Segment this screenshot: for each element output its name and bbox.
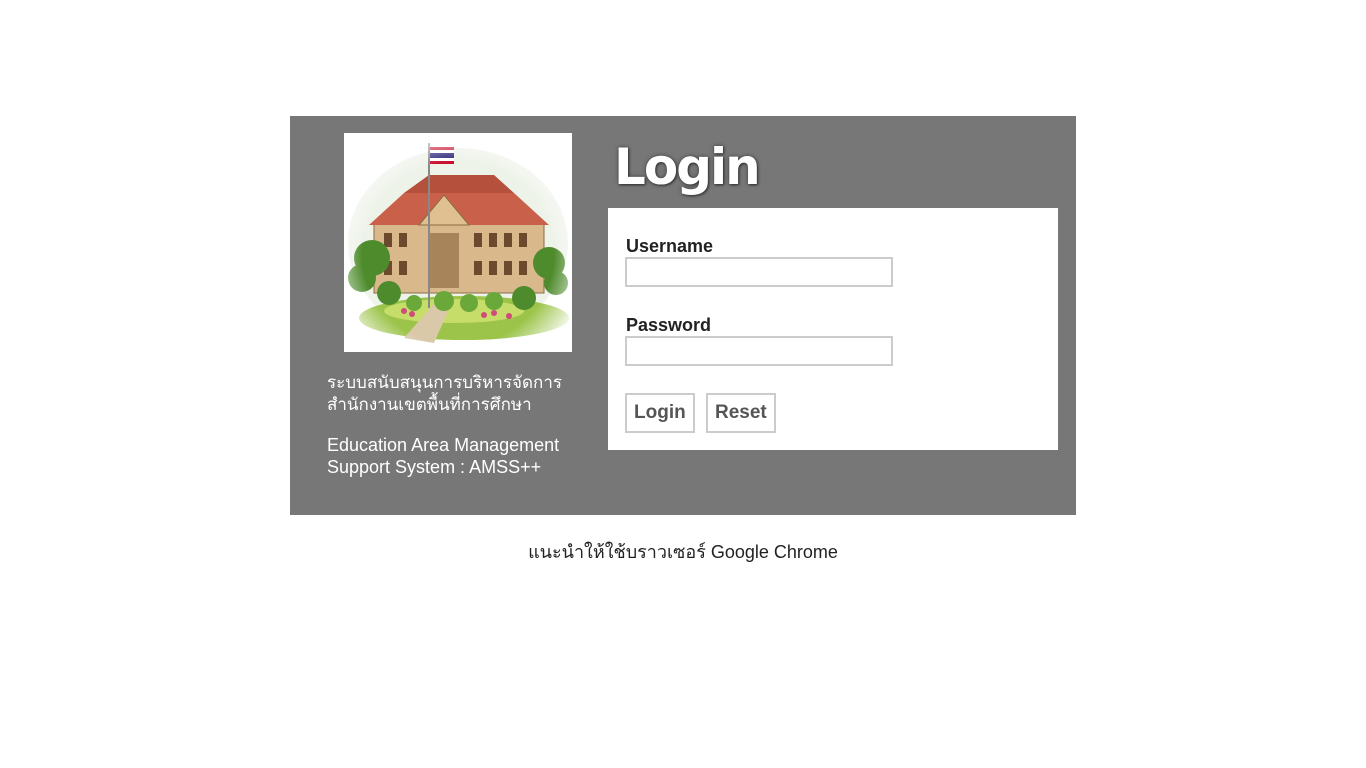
system-name-thai-line1: ระบบสนับสนุนการบริหารจัดการ	[327, 373, 562, 392]
password-label: Password	[626, 315, 712, 335]
school-building-image	[344, 133, 572, 352]
system-name-english-line2: Support System : AMSS++	[327, 457, 542, 477]
username-input[interactable]	[625, 257, 893, 287]
login-panel: ระบบสนับสนุนการบริหารจัดการ สำนักงานเขตพ…	[290, 116, 1076, 515]
system-name-thai: ระบบสนับสนุนการบริหารจัดการ สำนักงานเขตพ…	[327, 372, 587, 416]
username-label: Username	[626, 236, 714, 256]
browser-recommendation-note: แนะนำให้ใช้บราวเซอร์ Google Chrome	[528, 542, 838, 562]
login-logo: Login	[614, 138, 761, 196]
reset-button[interactable]: Reset	[706, 393, 776, 433]
system-name-english-line1: Education Area Management	[327, 435, 560, 455]
password-input[interactable]	[625, 336, 893, 366]
school-building-illustration	[344, 133, 572, 352]
login-form: Username Password Login Reset	[608, 208, 1058, 450]
system-name-thai-line2: สำนักงานเขตพื้นที่การศึกษา	[327, 395, 532, 414]
system-name-english: Education Area Management Support System…	[327, 434, 607, 478]
login-button[interactable]: Login	[625, 393, 695, 433]
